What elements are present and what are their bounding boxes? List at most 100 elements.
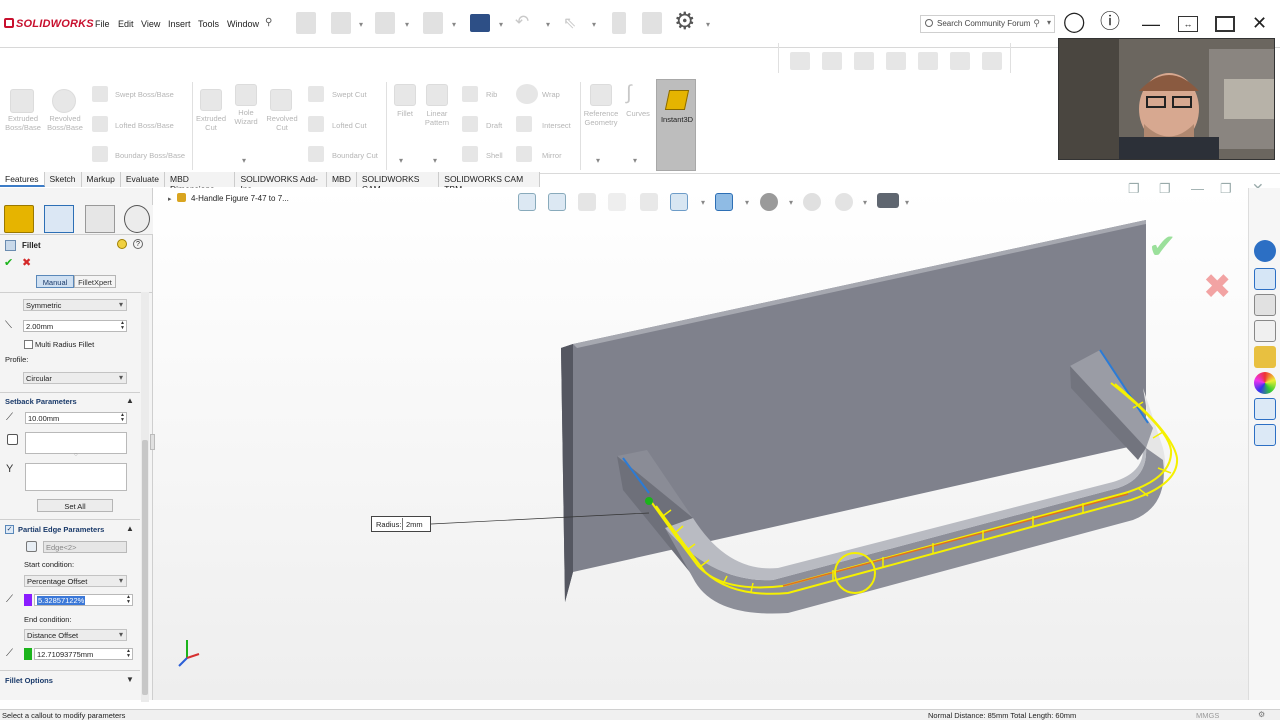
menu-window[interactable]: Window [227,19,259,29]
account-icon[interactable]: ◯ [1063,12,1085,32]
save-icon[interactable] [423,12,443,34]
search-dropdown-caret[interactable]: ▾ [1047,18,1051,27]
minimize-window-icon[interactable]: — [1142,14,1160,34]
wrap-label[interactable]: Wrap [542,90,560,99]
view-orientation-caret[interactable]: ▾ [701,198,705,207]
previous-view-icon[interactable] [578,193,596,211]
panel-splitter[interactable] [150,434,155,450]
ok-checkmark-icon[interactable]: ✔ [4,256,13,269]
restore-down-icon[interactable]: ↔ [1178,16,1198,32]
setback-spinner-icon[interactable]: ▲ ▼ [120,413,125,423]
radius-input[interactable]: 2.00mm ▲ ▼ [23,320,127,332]
viewport-restore-icon[interactable]: ❐ [1128,181,1140,197]
save-dropdown-caret[interactable]: ▾ [452,20,456,29]
start-condition-select[interactable]: Percentage Offset [24,575,127,587]
pen-icon[interactable] [854,52,874,70]
end-offset-spinner-icon[interactable]: ▲ ▼ [126,649,131,659]
splitter-handle-icon[interactable]: ○ [74,452,78,458]
zoom-to-area-icon[interactable] [548,193,566,211]
section-view-icon[interactable] [608,193,626,211]
model-viewport[interactable]: ✔ ✖ [153,188,1248,700]
lofted-boss-icon[interactable] [92,116,108,132]
custom-properties-icon[interactable] [1254,398,1276,420]
help-icon[interactable]: ⓘ [1100,12,1120,32]
lines-icon[interactable] [886,52,906,70]
color-wheel-icon[interactable] [1254,372,1276,394]
tab-evaluate[interactable]: Evaluate [120,172,165,187]
radius-callout[interactable]: Radius: 2mm [371,516,431,532]
zoom-to-fit-icon[interactable] [518,193,536,211]
multi-radius-checkbox[interactable] [24,340,33,349]
menu-view[interactable]: View [141,19,160,29]
units-indicator[interactable]: MMGS [1196,711,1219,720]
filletxpert-tab[interactable]: FilletXpert [74,275,116,288]
layer-icon[interactable] [822,52,842,70]
fillet-options-header[interactable]: Fillet Options [5,676,53,685]
new-document-icon[interactable] [331,12,351,34]
tab-solidworks-cam[interactable]: SOLIDWORKS CAM [356,172,440,194]
forum-icon[interactable] [1254,424,1276,446]
swept-cut-label[interactable]: Swept Cut [332,90,367,99]
open-dropdown-caret[interactable]: ▾ [405,20,409,29]
dimxpert-tab-icon[interactable] [124,205,150,233]
tab-solidworks-cam-tbm[interactable]: SOLIDWORKS CAM TBM [439,172,540,194]
maximize-window-icon[interactable] [1215,16,1235,32]
swept-cut-icon[interactable] [308,86,324,102]
radius-spinner-icon[interactable]: ▲ ▼ [120,321,125,331]
menu-tools[interactable]: Tools [198,19,219,29]
new-dropdown-caret[interactable]: ▾ [359,20,363,29]
undo-dropdown-caret[interactable]: ▾ [546,20,550,29]
close-window-icon[interactable]: ✕ [1252,13,1267,33]
status-settings-icon[interactable]: ⚙ [1258,710,1265,719]
undo-icon[interactable]: ↶ [515,12,529,32]
expand-arrow-icon[interactable]: ▸ [168,196,172,203]
help-question-icon[interactable]: ? [133,239,143,249]
linear-pattern-dropdown-caret[interactable]: ▾ [433,156,437,165]
whats-wrong-icon[interactable] [117,239,127,249]
extruded-boss-label[interactable]: Extruded Boss/Base [0,114,46,132]
boundary-boss-icon[interactable] [92,146,108,162]
options-gear-icon[interactable]: ⚙ [674,9,696,35]
hole-wizard-icon[interactable] [235,84,257,106]
extruded-boss-icon[interactable] [10,89,34,113]
revolved-boss-icon[interactable] [52,89,76,113]
tab-mbd-dimensions[interactable]: MBD Dimensions [164,172,236,194]
rib-label[interactable]: Rib [486,90,497,99]
curves-label[interactable]: Curves [622,109,654,118]
view-settings-caret[interactable]: ▾ [905,198,909,207]
setback-distance-input[interactable]: 10.00mm ▲ ▼ [25,412,127,424]
viewport-minimize-icon[interactable]: — [1191,181,1204,196]
apply-scene-caret[interactable]: ▾ [863,198,867,207]
rebuild-icon[interactable] [612,12,626,34]
lofted-cut-label[interactable]: Lofted Cut [332,121,367,130]
extruded-cut-icon[interactable] [200,89,222,111]
configuration-manager-tab-icon[interactable] [85,205,115,233]
tab-solidworks-add-ins[interactable]: SOLIDWORKS Add-Ins [235,172,327,194]
tab-sketch[interactable]: Sketch [44,172,82,187]
start-offset-spinner-icon[interactable]: ▲ ▼ [126,595,131,605]
partial-edge-parameters-header[interactable]: Partial Edge Parameters [18,525,104,534]
property-manager-tab-icon[interactable] [44,205,74,233]
view-palette-icon[interactable] [1254,320,1276,342]
search-community-input[interactable]: Search Community Forum ⚲ ▾ [920,15,1055,33]
dimension-icon[interactable] [982,52,1002,70]
draft-label[interactable]: Draft [486,121,502,130]
edge-selection-field[interactable]: Edge<2> [43,541,127,553]
file-explorer-icon[interactable] [1254,294,1276,316]
set-all-button[interactable]: Set All [37,499,113,512]
start-point-marker[interactable] [645,497,653,505]
setback-distances-list[interactable] [25,463,127,491]
partial-edge-checkbox[interactable]: ✓ [5,525,14,534]
hide-show-items-icon[interactable] [760,193,778,211]
feature-manager-tab-icon[interactable] [4,205,34,233]
appearances-icon[interactable] [1254,346,1276,368]
sketch-tool-icon[interactable] [790,52,810,70]
menu-file[interactable]: File [95,19,110,29]
boundary-cut-icon[interactable] [308,146,324,162]
mirror-icon[interactable] [516,146,532,162]
hole-wizard-label[interactable]: Hole Wizard [226,108,266,126]
curves-dropdown-caret[interactable]: ▾ [633,156,637,165]
view-settings-icon[interactable] [877,193,899,208]
boundary-cut-label[interactable]: Boundary Cut [332,151,378,160]
instant3d-button[interactable]: Instant3D [656,79,696,171]
